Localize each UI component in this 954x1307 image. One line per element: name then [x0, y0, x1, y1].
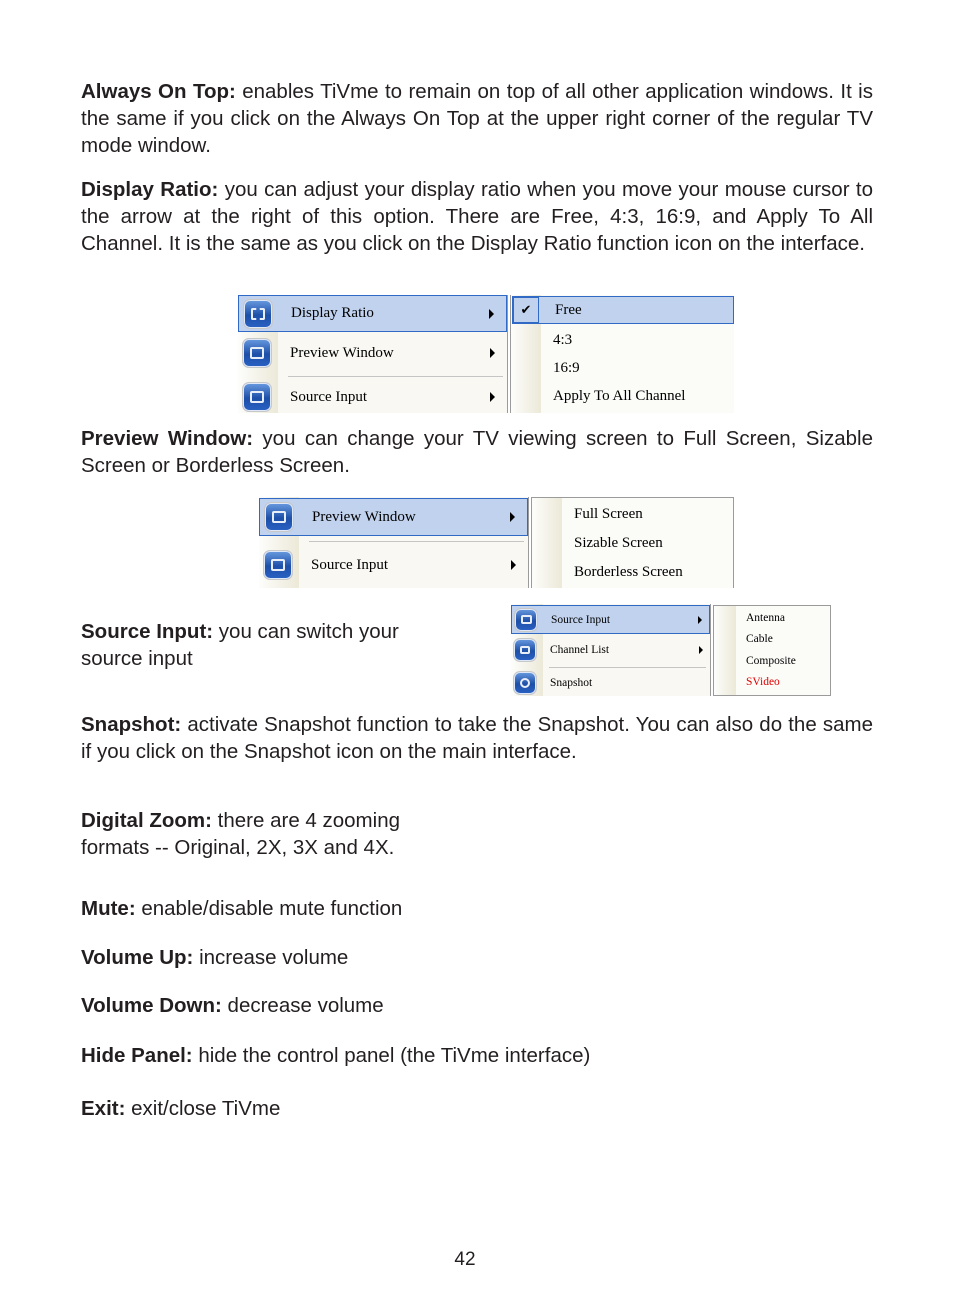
- menu-item-label: Snapshot: [550, 677, 593, 689]
- menu-item-preview-window[interactable]: Preview Window: [238, 335, 507, 371]
- digital-zoom-term: Digital Zoom:: [81, 809, 212, 832]
- display-ratio-term: Display Ratio:: [81, 178, 219, 201]
- source-input-icon: [515, 608, 537, 631]
- mute-text: enable/disable mute function: [135, 897, 403, 920]
- context-menu: Preview Window Source Input: [259, 497, 529, 588]
- submenu-item-label: Full Screen: [574, 505, 643, 522]
- submenu-item-label: Borderless Screen: [574, 563, 683, 580]
- volume-down-term: Volume Down:: [81, 994, 222, 1017]
- snapshot-text: activate Snapshot function to take the S…: [81, 713, 873, 763]
- menu-item-display-ratio[interactable]: Display Ratio: [238, 295, 507, 332]
- menu-separator: [549, 667, 706, 668]
- snapshot-icon: [514, 672, 536, 694]
- submenu-item-full-screen[interactable]: Full Screen: [532, 500, 733, 528]
- page-number: 42: [454, 1249, 476, 1270]
- display-ratio-description: Display Ratio: you can adjust your displ…: [81, 176, 873, 257]
- source-input-icon: [243, 383, 271, 411]
- preview-window-submenu: Full Screen Sizable Screen Borderless Sc…: [531, 497, 734, 588]
- snapshot-description: Snapshot: activate Snapshot function to …: [81, 711, 873, 765]
- submenu-item-label: Composite: [746, 655, 796, 667]
- exit-description: Exit: exit/close TiVme: [81, 1095, 873, 1122]
- always-on-top-term: Always On Top:: [81, 80, 236, 103]
- context-menu: Source Input Channel List Snapshot: [511, 604, 711, 696]
- submenu-arrow-icon: [490, 392, 495, 402]
- menu-item-snapshot[interactable]: Snapshot: [511, 670, 710, 696]
- preview-window-menu-screenshot: Preview Window Source Input Full Screen …: [259, 497, 734, 588]
- volume-up-term: Volume Up:: [81, 946, 194, 969]
- menu-separator: [288, 376, 503, 377]
- exit-term: Exit:: [81, 1097, 126, 1120]
- hide-panel-description: Hide Panel: hide the control panel (the …: [81, 1042, 873, 1069]
- display-ratio-icon: [244, 299, 272, 328]
- submenu-item-svideo[interactable]: SVideo: [714, 672, 830, 692]
- digital-zoom-description: Digital Zoom: there are 4 zooming format…: [81, 807, 451, 861]
- volume-down-text: decrease volume: [221, 994, 384, 1017]
- menu-item-label: Source Input: [290, 388, 368, 405]
- exit-text: exit/close TiVme: [125, 1097, 281, 1120]
- source-input-description: Source Input: you can switch your source…: [81, 618, 461, 672]
- submenu-item-label: Apply To All Channel: [553, 387, 686, 404]
- submenu-item-16-9[interactable]: 16:9: [511, 354, 734, 382]
- volume-up-description: Volume Up: increase volume: [81, 944, 873, 971]
- submenu-item-label: Cable: [746, 633, 773, 645]
- preview-window-icon: [243, 339, 271, 367]
- submenu-item-antenna[interactable]: Antenna: [714, 608, 830, 628]
- menu-item-label: Source Input: [551, 613, 611, 626]
- submenu-arrow-icon: [698, 615, 702, 624]
- mute-term: Mute:: [81, 897, 136, 920]
- submenu-item-free[interactable]: ✔ Free: [512, 296, 734, 324]
- menu-item-label: Source Input: [311, 556, 389, 573]
- mute-description: Mute: enable/disable mute function: [81, 895, 873, 922]
- menu-item-preview-window[interactable]: Preview Window: [259, 498, 528, 536]
- preview-window-icon: [265, 503, 293, 531]
- context-menu: Display Ratio Preview Window Source Inpu…: [238, 295, 508, 413]
- menu-item-source-input[interactable]: Source Input: [511, 605, 710, 634]
- submenu-item-label: 16:9: [553, 359, 580, 376]
- hide-panel-term: Hide Panel:: [81, 1044, 193, 1067]
- channel-list-icon: [514, 638, 536, 661]
- submenu-arrow-icon: [510, 512, 515, 522]
- menu-item-label: Display Ratio: [291, 305, 374, 321]
- source-input-term: Source Input:: [81, 620, 214, 643]
- submenu-item-borderless-screen[interactable]: Borderless Screen: [532, 558, 733, 586]
- hide-panel-text: hide the control panel (the TiVme interf…: [192, 1044, 591, 1067]
- display-ratio-menu-screenshot: Display Ratio Preview Window Source Inpu…: [238, 295, 734, 413]
- submenu-item-apply-to-all-channel[interactable]: Apply To All Channel: [511, 382, 734, 410]
- preview-window-description: Preview Window: you can change your TV v…: [81, 425, 873, 479]
- menu-item-label: Preview Window: [312, 508, 416, 525]
- submenu-item-label: Sizable Screen: [574, 534, 663, 551]
- submenu-arrow-icon: [511, 560, 516, 570]
- submenu-item-sizable-screen[interactable]: Sizable Screen: [532, 529, 733, 557]
- submenu-item-4-3[interactable]: 4:3: [511, 326, 734, 354]
- submenu-item-label: Antenna: [746, 612, 785, 624]
- menu-separator: [309, 541, 524, 542]
- snapshot-term: Snapshot:: [81, 713, 182, 736]
- display-ratio-submenu: ✔ Free 4:3 16:9 Apply To All Channel: [510, 295, 734, 413]
- menu-item-channel-list[interactable]: Channel List: [511, 635, 710, 664]
- volume-up-text: increase volume: [193, 946, 349, 969]
- submenu-arrow-icon: [699, 645, 703, 654]
- always-on-top-description: Always On Top: enables TiVme to remain o…: [81, 78, 873, 159]
- source-input-menu-screenshot: Source Input Channel List Snapshot Anten…: [511, 604, 831, 696]
- menu-item-source-input[interactable]: Source Input: [238, 381, 507, 413]
- submenu-arrow-icon: [490, 348, 495, 358]
- submenu-item-composite[interactable]: Composite: [714, 651, 830, 671]
- menu-item-label: Preview Window: [290, 344, 394, 361]
- submenu-arrow-icon: [489, 308, 494, 319]
- submenu-item-label: 4:3: [553, 331, 573, 348]
- submenu-item-cable[interactable]: Cable: [714, 629, 830, 649]
- check-icon: ✔: [513, 297, 539, 323]
- source-input-submenu: Antenna Cable Composite SVideo: [713, 605, 831, 696]
- source-input-icon: [264, 551, 292, 579]
- menu-item-label: Channel List: [550, 643, 610, 656]
- preview-window-term: Preview Window:: [81, 427, 254, 450]
- volume-down-description: Volume Down: decrease volume: [81, 992, 873, 1019]
- menu-item-source-input[interactable]: Source Input: [259, 547, 528, 583]
- submenu-item-label: Free: [555, 301, 582, 318]
- submenu-item-label: SVideo: [746, 676, 780, 688]
